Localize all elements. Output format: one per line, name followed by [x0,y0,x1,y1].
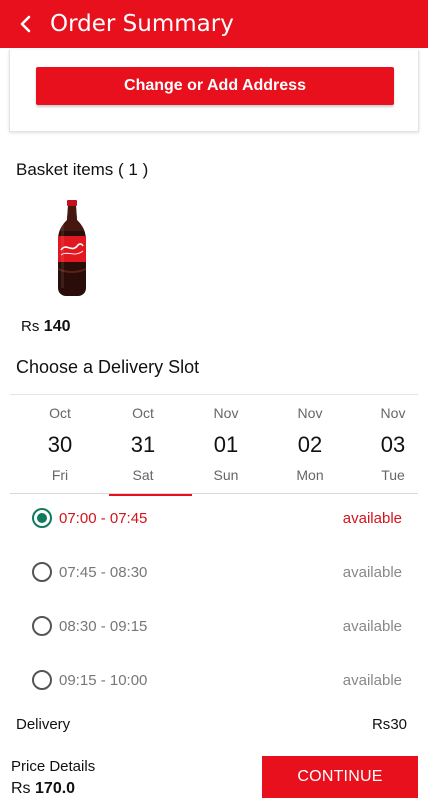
selected-date-indicator [109,494,192,496]
basket-title: Basket items ( 1 ) [16,160,149,179]
slot-availability: available [342,617,402,635]
date-weekday: Tue [381,467,405,483]
date-day: 01 [213,432,239,457]
item-price: Rs 140 [21,318,71,336]
radio-unselected-icon[interactable] [32,562,52,582]
change-address-button[interactable]: Change or Add Address [36,67,394,105]
time-slot-0915[interactable]: 09:15 - 10:00 available [0,660,428,700]
time-slot-0700[interactable]: 07:00 - 07:45 available [0,498,428,538]
total-value: 170.0 [35,780,76,797]
slot-time: 09:15 - 10:00 [59,671,148,689]
date-tab-oct-30[interactable]: Oct 30 Fri [18,395,102,495]
price-value: 140 [43,318,71,335]
slot-availability: available [342,671,402,689]
currency-label: Rs [371,716,391,733]
delivery-fee: Rs30 [372,716,407,733]
page-title: Order Summary [50,11,234,37]
radio-unselected-icon[interactable] [32,670,52,690]
date-tab-oct-31[interactable]: Oct 31 Sat [101,395,192,496]
coca-cola-bottle-icon [58,200,86,296]
date-month: Oct [49,405,71,421]
date-tab-nov-03[interactable]: Nov 03 Tue [351,395,428,495]
date-month: Nov [297,405,323,421]
date-day: 02 [297,432,323,457]
address-card: Change or Add Address [9,50,419,132]
date-tab-nov-01[interactable]: Nov 01 Sun [184,395,268,495]
date-day: 31 [130,432,156,457]
footer-bar: Price Details Rs 170.0 CONTINUE [0,748,428,800]
chevron-left-icon [20,15,31,33]
date-weekday: Mon [296,467,324,483]
date-month: Nov [380,405,406,421]
slot-time: 07:45 - 08:30 [59,563,148,581]
radio-selected-icon[interactable] [32,508,52,528]
price-details-label: Price Details [11,758,96,775]
delivery-fee-value: 30 [390,716,407,733]
slot-time: 08:30 - 09:15 [59,617,148,635]
date-weekday: Sun [213,467,239,483]
radio-unselected-icon[interactable] [32,616,52,636]
back-button[interactable] [6,0,46,48]
currency-label: Rs [11,780,31,797]
date-tab-nov-02[interactable]: Nov 02 Mon [268,395,352,495]
slot-time: 07:00 - 07:45 [59,509,148,527]
date-day: 03 [380,432,406,457]
order-total: Rs 170.0 [11,780,75,798]
delivery-label: Delivery [16,716,71,733]
date-month: Oct [132,405,154,421]
currency-label: Rs [21,318,40,335]
date-weekday: Sat [132,467,154,483]
continue-button[interactable]: CONTINUE [262,756,418,798]
product-image[interactable] [52,198,92,298]
delivery-slot-title: Choose a Delivery Slot [16,357,200,377]
app-bar: Order Summary [0,0,428,48]
date-weekday: Fri [51,467,69,483]
date-day: 30 [47,432,73,457]
time-slot-0745[interactable]: 07:45 - 08:30 available [0,552,428,592]
date-month: Nov [213,405,239,421]
slot-availability: available [342,509,402,527]
date-selector: Oct 30 Fri Oct 31 Sat Nov 01 Sun Nov 02 … [10,394,418,496]
time-slot-0830[interactable]: 08:30 - 09:15 available [0,606,428,646]
slot-availability: available [342,563,402,581]
